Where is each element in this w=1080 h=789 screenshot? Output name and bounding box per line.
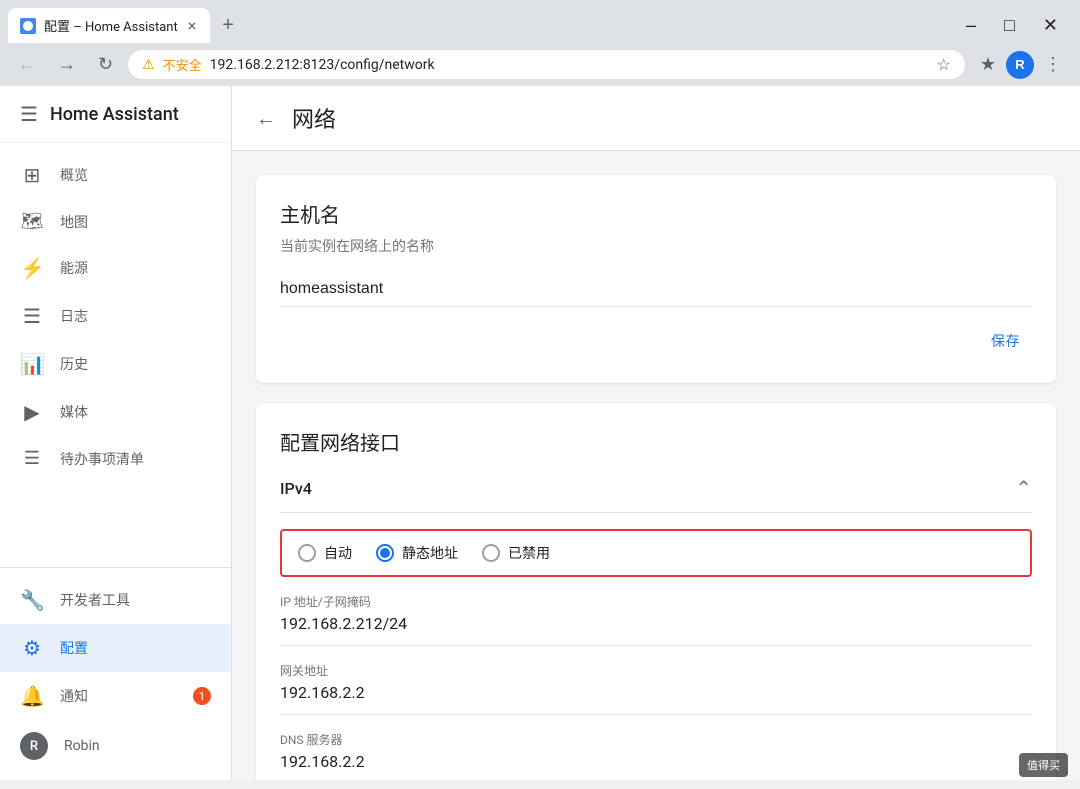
- sidebar-item-media-label: 媒体: [60, 402, 88, 422]
- config-icon: ⚙: [20, 636, 44, 660]
- history-icon: 📊: [20, 352, 44, 376]
- radio-static[interactable]: 静态地址: [376, 543, 458, 563]
- hostname-card: 主机名 当前实例在网络上的名称 保存: [256, 175, 1056, 383]
- dns-label: DNS 服务器: [280, 731, 1032, 748]
- content-area: 主机名 当前实例在网络上的名称 保存 配置网络接口 IPv4 ⌃: [232, 151, 1080, 780]
- close-window-button[interactable]: ✕: [1029, 9, 1072, 42]
- sidebar-item-todo[interactable]: ☰ 待办事项清单: [0, 436, 231, 481]
- ipv4-collapse-icon[interactable]: ⌃: [1015, 476, 1032, 500]
- sidebar-logo: Home Assistant: [50, 104, 179, 125]
- minimize-button[interactable]: –: [952, 9, 990, 42]
- gateway-field: 网关地址 192.168.2.2: [280, 662, 1032, 715]
- sidebar-item-developer-label: 开发者工具: [60, 590, 130, 610]
- radio-disabled-circle: [482, 544, 500, 562]
- sidebar-item-notifications[interactable]: 🔔 通知 1: [0, 672, 231, 720]
- watermark: 值得买: [1019, 753, 1068, 777]
- tab-title: 配置 – Home Assistant: [44, 16, 178, 35]
- new-tab-button[interactable]: +: [214, 10, 242, 41]
- app-container: ☰ Home Assistant ⊞ 概览 🗺 地图 ⚡ 能源 ☰ 日志 📊: [0, 86, 1080, 780]
- sidebar-item-logs[interactable]: ☰ 日志: [0, 292, 231, 340]
- sidebar-item-media[interactable]: ▶ 媒体: [0, 388, 231, 436]
- reload-button[interactable]: ↻: [90, 49, 121, 80]
- ip-address-field: IP 地址/子网掩码 192.168.2.212/24: [280, 593, 1032, 646]
- radio-auto-circle: [298, 544, 316, 562]
- sidebar-item-overview[interactable]: ⊞ 概览: [0, 151, 231, 199]
- ipv4-label: IPv4: [280, 479, 312, 498]
- gateway-value: 192.168.2.2: [280, 683, 1032, 702]
- sidebar-item-energy[interactable]: ⚡ 能源: [0, 244, 231, 292]
- radio-static-circle: [376, 544, 394, 562]
- dns-field: DNS 服务器 192.168.2.2: [280, 731, 1032, 780]
- logs-icon: ☰: [20, 304, 44, 328]
- tab-favicon: [20, 18, 36, 34]
- back-button[interactable]: ←: [256, 106, 276, 131]
- gateway-label: 网关地址: [280, 662, 1032, 679]
- sidebar: ☰ Home Assistant ⊞ 概览 🗺 地图 ⚡ 能源 ☰ 日志 📊: [0, 86, 232, 780]
- map-icon: 🗺: [20, 211, 44, 232]
- sidebar-nav: ⊞ 概览 🗺 地图 ⚡ 能源 ☰ 日志 📊 历史 ▶ 媒体: [0, 143, 231, 567]
- hostname-card-title: 主机名: [280, 199, 1032, 228]
- url-text: 192.168.2.212:8123/config/network: [210, 57, 929, 73]
- sidebar-header: ☰ Home Assistant: [0, 86, 231, 143]
- menu-button[interactable]: ⋮: [1036, 49, 1070, 80]
- hostname-input[interactable]: [280, 272, 1032, 307]
- ipv4-mode-radio-group: 自动 静态地址 已禁用: [280, 529, 1032, 577]
- active-tab[interactable]: 配置 – Home Assistant ×: [8, 8, 210, 43]
- extensions-button[interactable]: ★: [972, 49, 1004, 80]
- notifications-icon: 🔔: [20, 684, 44, 708]
- notification-badge: 1: [193, 687, 211, 705]
- bookmark-icon[interactable]: ☆: [937, 55, 951, 74]
- radio-disabled[interactable]: 已禁用: [482, 543, 550, 563]
- sidebar-item-map[interactable]: 🗺 地图: [0, 199, 231, 244]
- forward-nav-button[interactable]: →: [50, 49, 84, 80]
- insecure-label: 不安全: [163, 55, 202, 74]
- media-icon: ▶: [20, 400, 44, 424]
- sidebar-item-config[interactable]: ⚙ 配置: [0, 624, 231, 672]
- todo-icon: ☰: [20, 448, 44, 469]
- profile-button[interactable]: R: [1006, 51, 1034, 79]
- overview-icon: ⊞: [20, 163, 44, 187]
- hamburger-icon[interactable]: ☰: [20, 102, 38, 126]
- sidebar-bottom: 🔧 开发者工具 ⚙ 配置 🔔 通知 1 R Robin: [0, 567, 231, 780]
- page-title: 网络: [292, 102, 336, 134]
- radio-auto[interactable]: 自动: [298, 543, 352, 563]
- radio-static-label: 静态地址: [402, 543, 458, 563]
- user-avatar: R: [20, 732, 48, 760]
- radio-auto-label: 自动: [324, 543, 352, 563]
- tab-close-button[interactable]: ×: [186, 14, 199, 37]
- sidebar-item-history-label: 历史: [60, 354, 88, 374]
- sidebar-item-logs-label: 日志: [60, 306, 88, 326]
- sidebar-item-user-label: Robin: [64, 738, 100, 754]
- sidebar-item-map-label: 地图: [60, 212, 88, 232]
- ip-address-value: 192.168.2.212/24: [280, 614, 1032, 633]
- ipv4-section-header: IPv4 ⌃: [280, 464, 1032, 513]
- sidebar-item-todo-label: 待办事项清单: [60, 449, 144, 469]
- sidebar-item-energy-label: 能源: [60, 258, 88, 278]
- back-nav-button[interactable]: ←: [10, 49, 44, 80]
- sidebar-item-user[interactable]: R Robin: [0, 720, 231, 772]
- sidebar-item-notifications-label: 通知: [60, 686, 88, 706]
- energy-icon: ⚡: [20, 256, 44, 280]
- watermark-text: 值得买: [1027, 759, 1060, 772]
- browser-chrome: 配置 – Home Assistant × + – □ ✕ ← → ↻ ⚠ 不安…: [0, 0, 1080, 86]
- save-hostname-button[interactable]: 保存: [979, 323, 1032, 359]
- sidebar-item-history[interactable]: 📊 历史: [0, 340, 231, 388]
- page-header: ← 网络: [232, 86, 1080, 151]
- sidebar-item-developer[interactable]: 🔧 开发者工具: [0, 576, 231, 624]
- network-card: 配置网络接口 IPv4 ⌃ 自动: [256, 403, 1056, 780]
- sidebar-item-overview-label: 概览: [60, 165, 88, 185]
- network-card-title: 配置网络接口: [280, 427, 1032, 456]
- hostname-card-subtitle: 当前实例在网络上的名称: [280, 236, 1032, 256]
- maximize-button[interactable]: □: [990, 9, 1029, 42]
- dns-value: 192.168.2.2: [280, 752, 1032, 771]
- security-icon: ⚠: [142, 57, 155, 73]
- ipv4-section: IPv4 ⌃ 自动 静态地址: [280, 464, 1032, 780]
- developer-icon: 🔧: [20, 588, 44, 612]
- ip-address-label: IP 地址/子网掩码: [280, 593, 1032, 610]
- address-bar[interactable]: ⚠ 不安全 192.168.2.212:8123/config/network …: [127, 49, 966, 80]
- radio-disabled-label: 已禁用: [508, 543, 550, 563]
- main-content: ← 网络 主机名 当前实例在网络上的名称 保存 配置网络接口 IPv4: [232, 86, 1080, 780]
- sidebar-item-config-label: 配置: [60, 638, 88, 658]
